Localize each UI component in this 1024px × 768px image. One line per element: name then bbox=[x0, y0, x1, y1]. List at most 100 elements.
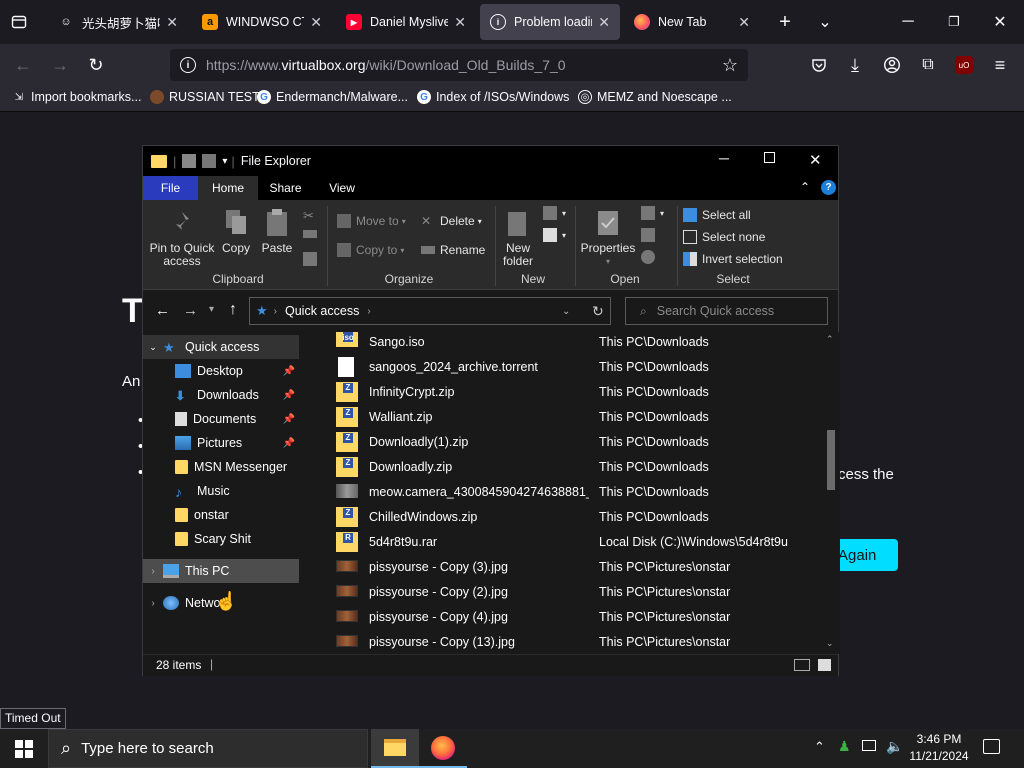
extensions-icon[interactable]: ⧉ bbox=[915, 52, 941, 78]
help-icon[interactable]: ? bbox=[821, 180, 836, 195]
file-row[interactable]: Z Walliant.zip This PC\Downloads bbox=[301, 404, 821, 429]
new-tab-button[interactable]: + bbox=[773, 10, 797, 34]
file-row[interactable]: Z ChilledWindows.zip This PC\Downloads bbox=[301, 504, 821, 529]
paste-button[interactable]: Paste bbox=[261, 208, 293, 255]
history-icon[interactable] bbox=[641, 250, 660, 264]
minimize-icon[interactable]: ─ bbox=[719, 150, 729, 166]
tab-kitty[interactable]: ☺ 光头胡萝卜猫咪 ✕ bbox=[48, 4, 188, 40]
bookmark-memz[interactable]: ◎ MEMZ and Noescape ... bbox=[578, 90, 732, 104]
nav-scary-shit[interactable]: Scary Shit bbox=[143, 527, 299, 551]
nav-msn-messenger[interactable]: MSN Messenger bbox=[143, 455, 299, 479]
user-status-icon[interactable]: ♟ bbox=[838, 738, 851, 755]
nav-music[interactable]: ♪ Music bbox=[143, 479, 299, 503]
nav-downloads[interactable]: ⬇ Downloads 📌 bbox=[143, 383, 299, 407]
close-tab-icon[interactable]: ✕ bbox=[738, 14, 750, 31]
delete-button[interactable]: ✕ Delete ▾ bbox=[421, 214, 482, 228]
close-tab-icon[interactable]: ✕ bbox=[598, 14, 610, 31]
nav-onstar[interactable]: onstar bbox=[143, 503, 299, 527]
file-row[interactable]: Z Downloadly.zip This PC\Downloads bbox=[301, 454, 821, 479]
list-all-tabs-button[interactable]: ⌄ bbox=[813, 10, 837, 34]
file-row[interactable]: pissyourse - Copy (4).jpg This PC\Pictur… bbox=[301, 604, 821, 629]
tab-problem-loading[interactable]: i Problem loading ✕ bbox=[480, 4, 620, 40]
back-arrow-icon[interactable]: ← bbox=[155, 302, 170, 319]
edit-icon[interactable] bbox=[641, 228, 660, 242]
bookmark-russian-test[interactable]: RUSSIAN TEST bbox=[150, 90, 260, 104]
taskbar-firefox[interactable] bbox=[419, 729, 467, 768]
select-all-button[interactable]: Select all bbox=[683, 208, 751, 222]
account-icon[interactable] bbox=[879, 52, 905, 78]
reload-icon[interactable]: ↻ bbox=[83, 52, 109, 78]
start-button[interactable] bbox=[0, 729, 48, 768]
back-arrow-icon[interactable]: ← bbox=[10, 52, 36, 78]
copy-path-icon[interactable] bbox=[303, 230, 322, 238]
properties-button[interactable]: Properties ▾ bbox=[579, 208, 637, 268]
file-row[interactable]: R 5d4r8t9u.rar Local Disk (C:)\Windows\5… bbox=[301, 529, 821, 554]
file-row[interactable]: Z Downloadly(1).zip This PC\Downloads bbox=[301, 429, 821, 454]
nav-quick-access[interactable]: ⌄ ★ Quick access bbox=[143, 335, 299, 359]
pin-quick-access-button[interactable]: Pin to Quick access bbox=[149, 208, 215, 268]
network-status-icon[interactable] bbox=[862, 740, 876, 751]
tab-windwso[interactable]: a WINDWSO CTAG ✕ bbox=[192, 4, 332, 40]
site-info-icon[interactable]: i bbox=[180, 57, 196, 73]
tab-new-tab[interactable]: New Tab ✕ bbox=[624, 4, 760, 40]
bookmark-endermanch[interactable]: G Endermanch/Malware... bbox=[257, 90, 408, 104]
search-quick-access-field[interactable]: ⌕ Search Quick access bbox=[625, 297, 828, 325]
tab-view[interactable]: View bbox=[313, 176, 371, 200]
show-hidden-icons-icon[interactable]: ⌃ bbox=[814, 739, 825, 755]
large-icons-view-icon[interactable] bbox=[818, 659, 831, 671]
rename-button[interactable]: Rename bbox=[421, 243, 485, 257]
restore-icon[interactable]: ❐ bbox=[942, 10, 966, 34]
address-dropdown-icon[interactable]: ⌄ bbox=[562, 306, 570, 317]
new-folder-button[interactable]: New folder bbox=[501, 208, 535, 268]
open-icon[interactable]: ▾ bbox=[641, 206, 664, 220]
nav-desktop[interactable]: Desktop 📌 bbox=[143, 359, 299, 383]
expand-chevron-icon[interactable]: ⌄ bbox=[143, 342, 163, 353]
details-view-icon[interactable] bbox=[794, 659, 810, 671]
tab-youtube[interactable]: ▶ Daniel Myslivets ✕ bbox=[336, 4, 476, 40]
invert-selection-button[interactable]: Invert selection bbox=[683, 252, 783, 266]
file-row[interactable]: pissyourse - Copy (2).jpg This PC\Pictur… bbox=[301, 579, 821, 604]
address-bar[interactable]: ★ › Quick access › ⌄ ↻ bbox=[249, 297, 611, 325]
tab-share[interactable]: Share bbox=[258, 176, 313, 200]
pocket-icon[interactable] bbox=[806, 52, 832, 78]
close-window-icon[interactable]: ✕ bbox=[809, 151, 822, 169]
tab-file[interactable]: File bbox=[143, 176, 198, 200]
forward-arrow-icon[interactable]: → bbox=[183, 302, 198, 319]
refresh-icon[interactable]: ↻ bbox=[592, 303, 604, 320]
nav-documents[interactable]: Documents 📌 bbox=[143, 407, 299, 431]
copy-button[interactable]: Copy bbox=[221, 208, 251, 255]
qat-dropdown-icon[interactable]: ▾ bbox=[222, 156, 227, 167]
file-row[interactable]: pissyourse - Copy (13).jpg This PC\Pictu… bbox=[301, 629, 821, 654]
scrollbar-thumb[interactable] bbox=[827, 430, 835, 490]
minimize-icon[interactable]: ─ bbox=[896, 10, 920, 34]
close-tab-icon[interactable]: ✕ bbox=[166, 14, 178, 31]
breadcrumb-quick-access[interactable]: Quick access bbox=[285, 304, 359, 318]
bookmark-star-icon[interactable]: ☆ bbox=[722, 55, 738, 76]
file-row[interactable]: sangoos_2024_archive.torrent This PC\Dow… bbox=[301, 354, 821, 379]
copy-to-button[interactable]: Copy to ▾ bbox=[337, 243, 404, 257]
url-bar[interactable]: i https://www.virtualbox.org/wiki/Downlo… bbox=[170, 49, 748, 81]
taskbar-file-explorer[interactable] bbox=[371, 729, 419, 768]
file-row[interactable]: meow.camera_4300845904274638881_1... Thi… bbox=[301, 479, 821, 504]
scroll-up-icon[interactable]: ⌃ bbox=[826, 334, 834, 345]
maximize-icon[interactable] bbox=[764, 152, 775, 163]
nav-this-pc[interactable]: › This PC bbox=[143, 559, 299, 583]
new-folder-qat-icon[interactable] bbox=[202, 154, 217, 168]
expand-chevron-icon[interactable]: › bbox=[143, 566, 163, 577]
new-item-icon[interactable]: ▾ bbox=[543, 206, 566, 220]
cut-icon[interactable]: ✂ bbox=[303, 208, 322, 223]
ublock-icon[interactable]: uO bbox=[951, 52, 977, 78]
move-to-button[interactable]: Move to ▾ bbox=[337, 214, 406, 228]
taskbar-search-field[interactable]: ⌕ Type here to search bbox=[48, 729, 368, 768]
system-clock[interactable]: 3:46 PM 11/21/2024 bbox=[900, 731, 978, 765]
file-row[interactable]: Z InfinityCrypt.zip This PC\Downloads bbox=[301, 379, 821, 404]
downloads-icon[interactable]: ⤓ bbox=[842, 52, 868, 78]
close-window-icon[interactable]: ✕ bbox=[988, 10, 1012, 34]
expand-chevron-icon[interactable]: › bbox=[143, 598, 163, 609]
paste-shortcut-icon[interactable] bbox=[303, 252, 322, 266]
file-row[interactable]: iso Sango.iso This PC\Downloads bbox=[301, 332, 821, 354]
menu-hamburger-icon[interactable]: ≡ bbox=[987, 52, 1013, 78]
select-none-button[interactable]: Select none bbox=[683, 230, 765, 244]
close-tab-icon[interactable]: ✕ bbox=[454, 14, 466, 31]
vertical-scrollbar[interactable]: ⌃ ⌄ bbox=[824, 332, 838, 654]
